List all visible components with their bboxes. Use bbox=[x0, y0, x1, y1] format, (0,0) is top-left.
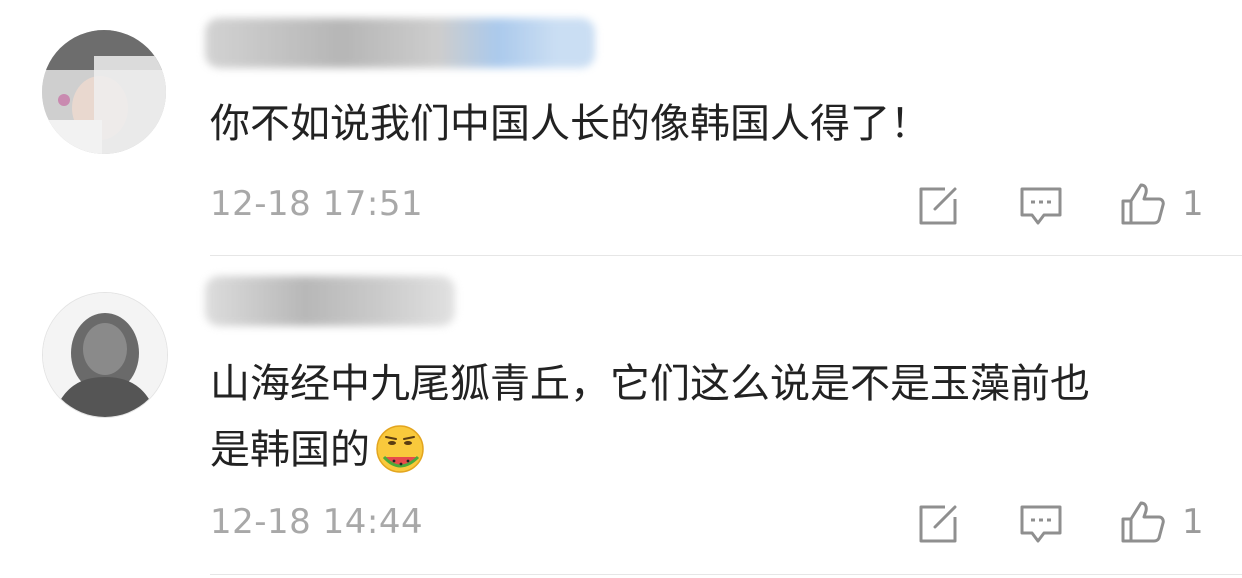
divider bbox=[210, 574, 1242, 575]
reply-button[interactable] bbox=[1018, 184, 1064, 228]
username-redacted[interactable] bbox=[205, 276, 455, 326]
edit-button[interactable] bbox=[916, 502, 962, 546]
like-count: 1 bbox=[1182, 502, 1204, 542]
like-button[interactable] bbox=[1118, 498, 1168, 546]
edit-button[interactable] bbox=[916, 184, 962, 228]
like-count: 1 bbox=[1182, 184, 1204, 224]
share-edit-icon bbox=[919, 505, 957, 543]
comment-text-line-2-label: 是韩国的 bbox=[210, 427, 370, 473]
share-edit-icon bbox=[919, 187, 957, 225]
like-button[interactable] bbox=[1118, 180, 1168, 228]
avatar[interactable] bbox=[42, 292, 168, 418]
thumbs-up-icon bbox=[1121, 501, 1165, 543]
comment-item: 你不如说我们中国人长的像韩国人得了！ 12-18 17:51 1 bbox=[0, 0, 1242, 256]
thumbs-up-icon bbox=[1121, 183, 1165, 225]
comment-time: 12-18 14:44 bbox=[210, 502, 424, 542]
avatar[interactable] bbox=[42, 30, 166, 154]
comment-reply-icon bbox=[1020, 505, 1062, 543]
comment-item: 山海经中九尾狐青丘，它们这么说是不是玉藻前也 是韩国的 12-18 14:44 bbox=[0, 256, 1242, 578]
comment-time: 12-18 17:51 bbox=[210, 184, 424, 224]
comment-text: 你不如说我们中国人长的像韩国人得了！ bbox=[210, 101, 930, 147]
avatar-image bbox=[42, 30, 166, 154]
avatar-image bbox=[43, 293, 167, 417]
comment-reply-icon bbox=[1020, 187, 1062, 225]
comment-text-line-2: 是韩国的 bbox=[210, 418, 426, 482]
username-redacted[interactable] bbox=[205, 18, 595, 68]
comment-text-line-1: 山海经中九尾狐青丘，它们这么说是不是玉藻前也 bbox=[210, 361, 1090, 407]
reply-button[interactable] bbox=[1018, 502, 1064, 546]
sweating-melon-emoji bbox=[374, 423, 426, 475]
